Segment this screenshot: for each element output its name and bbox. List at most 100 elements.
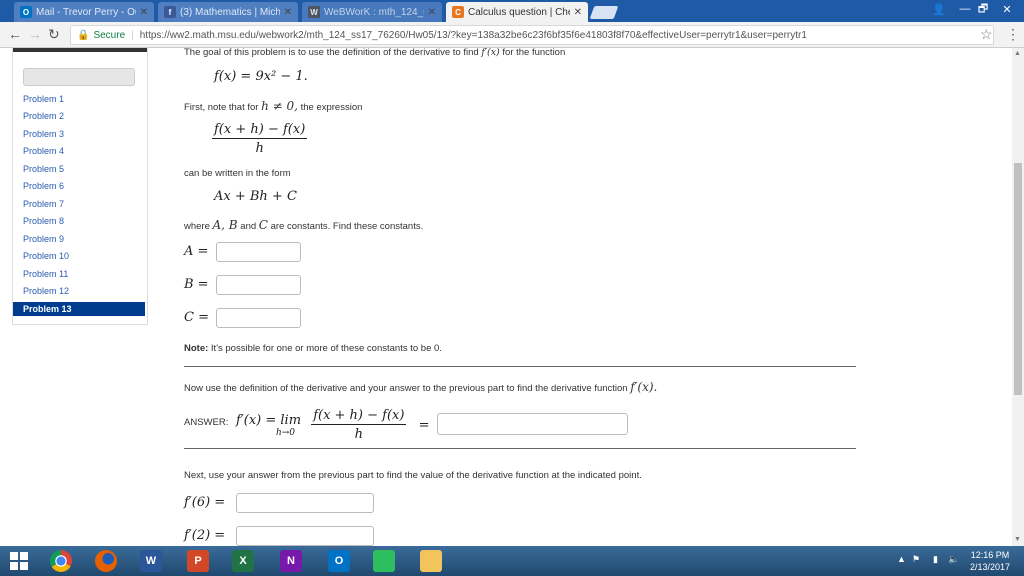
- close-window-button[interactable]: ✕: [994, 0, 1020, 18]
- close-tab-icon[interactable]: ✕: [140, 7, 148, 18]
- tray-overflow-icon[interactable]: ▲: [897, 554, 906, 564]
- sidebar-item-problem-2[interactable]: Problem 2: [23, 111, 64, 121]
- label-b: B =: [184, 277, 209, 292]
- secure-label: Secure: [93, 29, 126, 41]
- intro-line: The goal of this problem is to use the d…: [184, 48, 565, 58]
- where-math: C: [258, 218, 268, 232]
- page-scrollbar[interactable]: ▲ ▼: [1012, 48, 1024, 546]
- limit-subscript: h→0: [275, 427, 296, 438]
- tab-facebook[interactable]: f (3) Mathematics | Michigan ✕: [158, 2, 298, 22]
- divider: [184, 366, 856, 367]
- equals-sign: =: [418, 417, 430, 433]
- sidebar-button[interactable]: [23, 68, 135, 86]
- fp2-input[interactable]: [236, 526, 374, 546]
- part2-line: Now use the definition of the derivative…: [184, 380, 657, 394]
- tab-webwork[interactable]: W WeBWorK : mth_124_ss17 ✕: [302, 2, 442, 22]
- close-tab-icon[interactable]: ✕: [574, 7, 582, 18]
- user-icon[interactable]: 👤: [926, 0, 952, 18]
- flag-icon[interactable]: ⚑: [912, 554, 920, 565]
- scroll-down-icon[interactable]: ▼: [1014, 536, 1021, 543]
- evernote-icon[interactable]: [373, 550, 395, 572]
- sidebar-item-problem-5[interactable]: Problem 5: [23, 164, 64, 174]
- part2-text: Now use the definition of the derivative…: [184, 383, 628, 394]
- sidebar-item-problem-8[interactable]: Problem 8: [23, 216, 64, 226]
- back-icon[interactable]: ←: [8, 26, 22, 42]
- word-icon[interactable]: W: [140, 550, 162, 572]
- note-line: Note: It's possible for one or more of t…: [184, 343, 442, 354]
- file-explorer-icon[interactable]: [420, 550, 442, 572]
- reload-icon[interactable]: ↻: [48, 26, 60, 43]
- url-text: https://ww2.math.msu.edu/webwork2/mth_12…: [139, 29, 807, 41]
- scrollbar-thumb[interactable]: [1014, 163, 1022, 395]
- sidebar-item-problem-6[interactable]: Problem 6: [23, 181, 64, 191]
- bookmark-star-icon[interactable]: ☆: [980, 26, 993, 43]
- onenote-icon[interactable]: N: [280, 550, 302, 572]
- windows-start-icon[interactable]: [10, 552, 28, 570]
- clock-time: 12:16 PM: [970, 550, 1010, 560]
- webwork-icon: W: [308, 6, 320, 18]
- sidebar-item-problem-13[interactable]: Problem 13: [13, 302, 145, 316]
- forward-icon[interactable]: →: [28, 26, 42, 42]
- tab-chegg[interactable]: C Calculus question | Cheg ✕: [446, 2, 588, 22]
- problem-sidebar: Problem 1 Problem 2 Problem 3 Problem 4 …: [12, 48, 148, 325]
- fraction: f(x + h) − f(x) h: [212, 122, 308, 156]
- tab-strip: O Mail - Trevor Perry - Out ✕ f (3) Math…: [0, 0, 1024, 22]
- lock-icon: 🔒: [77, 29, 90, 41]
- close-tab-icon[interactable]: ✕: [428, 7, 436, 18]
- fp6-input[interactable]: [236, 493, 374, 513]
- where-line: where A, B and C are constants. Find the…: [184, 218, 423, 232]
- firefox-icon[interactable]: [95, 550, 117, 572]
- sidebar-item-problem-10[interactable]: Problem 10: [23, 251, 69, 261]
- browser-toolbar: ← → ↻ 🔒 Secure | https://ww2.math.msu.ed…: [0, 22, 1024, 48]
- sidebar-header: [13, 48, 147, 52]
- volume-icon[interactable]: 🔈: [948, 554, 959, 565]
- answer-c-input[interactable]: [216, 308, 301, 328]
- sidebar-item-problem-12[interactable]: Problem 12: [23, 286, 69, 296]
- new-tab-button[interactable]: [589, 6, 619, 19]
- fraction: f(x + h) − f(x) h: [311, 408, 407, 442]
- label-fp6: f′(6) =: [184, 495, 226, 510]
- sidebar-item-problem-11[interactable]: Problem 11: [23, 269, 68, 279]
- intro-math: f′(x): [481, 48, 500, 58]
- maximize-button[interactable]: 🗗: [970, 0, 996, 18]
- answer-label: ANSWER:: [184, 417, 229, 428]
- intro-tail: for the function: [502, 48, 566, 58]
- difference-quotient: f(x + h) − f(x) h: [212, 122, 308, 156]
- fraction-numerator: f(x + h) − f(x): [311, 408, 407, 425]
- limit-lhs: f′(x) = lim h→0: [236, 413, 301, 438]
- where-math: A, B: [212, 218, 238, 232]
- taskbar: W P X N O ▲ ⚑ ▮ 🔈 12:16 PM 2/13/2017: [0, 546, 1024, 576]
- powerpoint-icon[interactable]: P: [187, 550, 209, 572]
- answer-b-input[interactable]: [216, 275, 301, 295]
- chrome-icon[interactable]: [50, 550, 72, 572]
- sidebar-item-problem-3[interactable]: Problem 3: [23, 129, 64, 139]
- menu-icon[interactable]: ⋮: [1006, 26, 1020, 43]
- note-first-tail: the expression: [300, 102, 363, 113]
- where-text: are constants. Find these constants.: [270, 221, 424, 232]
- excel-icon[interactable]: X: [232, 550, 254, 572]
- note-first-math: h ≠ 0,: [261, 99, 298, 113]
- close-tab-icon[interactable]: ✕: [284, 7, 292, 18]
- scroll-up-icon[interactable]: ▲: [1014, 50, 1021, 57]
- note-label: Note:: [184, 343, 209, 354]
- function-definition: f(x) = 9x² − 1.: [214, 69, 308, 84]
- answer-a-input[interactable]: [216, 242, 301, 262]
- tab-title: (3) Mathematics | Michigan: [180, 6, 280, 18]
- derivative-answer-input[interactable]: [437, 413, 628, 435]
- sidebar-item-problem-4[interactable]: Problem 4: [23, 146, 64, 156]
- system-clock[interactable]: 12:16 PM 2/13/2017: [960, 549, 1020, 573]
- address-bar[interactable]: 🔒 Secure | https://ww2.math.msu.edu/webw…: [70, 25, 994, 45]
- label-fp2: f′(2) =: [184, 528, 226, 543]
- sidebar-item-problem-7[interactable]: Problem 7: [23, 199, 64, 209]
- derivative-limit: f′(x) = lim h→0 f(x + h) − f(x) h =: [236, 408, 430, 442]
- chegg-icon: C: [452, 6, 464, 18]
- battery-icon[interactable]: ▮: [933, 554, 938, 565]
- tab-mail[interactable]: O Mail - Trevor Perry - Out ✕: [14, 2, 154, 22]
- outlook-icon[interactable]: O: [328, 550, 350, 572]
- form-text: can be written in the form: [184, 168, 291, 179]
- where-text: and: [240, 221, 257, 232]
- sidebar-item-problem-9[interactable]: Problem 9: [23, 234, 64, 244]
- where-text: where: [184, 221, 210, 232]
- sidebar-item-problem-1[interactable]: Problem 1: [23, 94, 64, 104]
- clock-date: 2/13/2017: [969, 562, 1011, 572]
